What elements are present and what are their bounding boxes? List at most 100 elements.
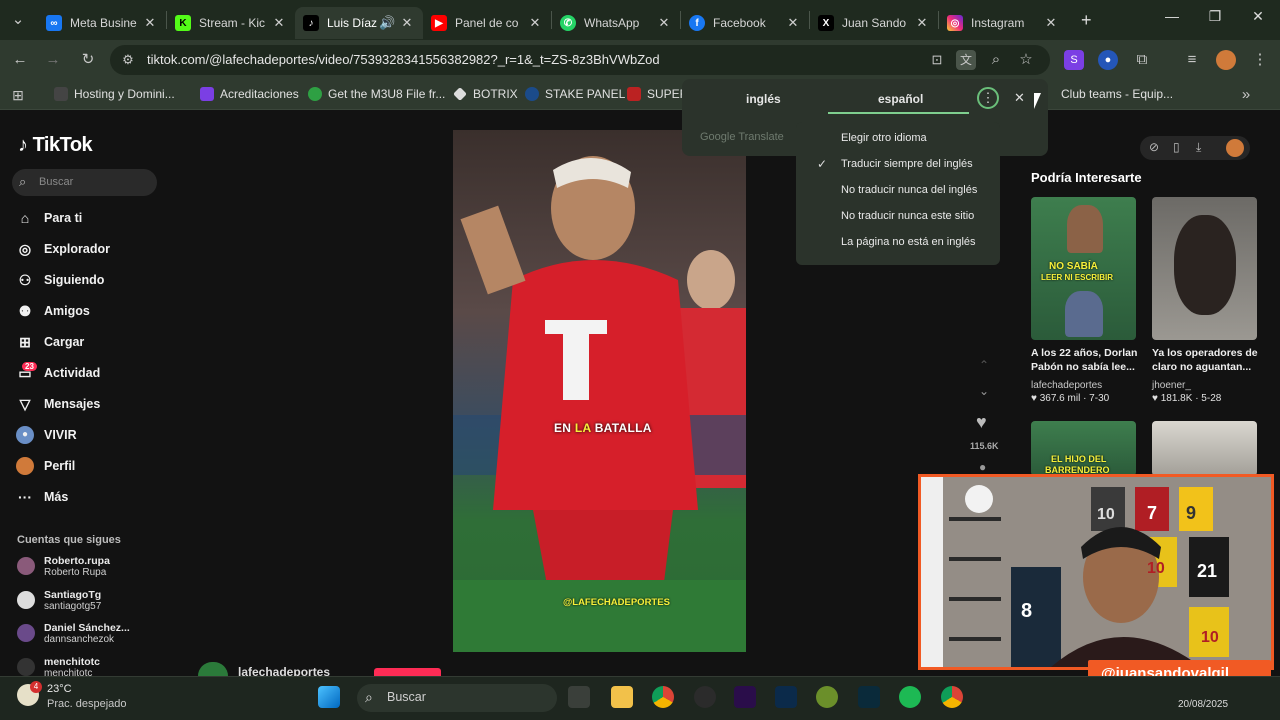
task-view-icon[interactable]	[568, 686, 590, 708]
menu-item-not-english[interactable]: La página no está en inglés	[841, 236, 976, 248]
install-app-icon[interactable]: ⊡	[927, 50, 947, 70]
taskbar-date[interactable]: 20/08/2025	[1178, 699, 1228, 710]
zoom-icon[interactable]: ⌕	[986, 50, 1006, 70]
comment-icon[interactable]: ●	[979, 460, 986, 474]
tab-meta[interactable]: ∞ Meta Busine ✕	[38, 7, 166, 39]
phone-icon[interactable]: ▯	[1173, 140, 1180, 154]
site-settings-icon[interactable]: ⚙	[118, 50, 138, 70]
recommended-thumbnail[interactable]: EL HIJO DEL BARRENDERO	[1031, 421, 1136, 476]
menu-item-choose-language[interactable]: Elegir otro idioma	[841, 132, 927, 144]
chrome-active-icon[interactable]	[941, 686, 963, 708]
reload-icon[interactable]: ↻	[78, 50, 98, 70]
recommended-thumbnail[interactable]	[1152, 197, 1257, 340]
video-player[interactable]	[453, 130, 746, 652]
following-account[interactable]: Daniel Sánchez... dannsanchezok	[17, 622, 130, 646]
recommended-caption[interactable]: A los 22 años, Dorlan Pabón no sabía lee…	[1031, 346, 1141, 374]
windows-start-icon[interactable]	[318, 686, 340, 708]
like-heart-icon[interactable]: ♥	[976, 412, 987, 433]
tab-youtube[interactable]: ▶ Panel de co ✕	[423, 7, 551, 39]
search-input[interactable]	[12, 169, 157, 196]
close-icon[interactable]: ✕	[914, 15, 930, 31]
recommended-thumbnail[interactable]: NO SABÍA LEER NI ESCRIBIR	[1031, 197, 1136, 340]
speaker-icon[interactable]: 🔊	[379, 15, 395, 31]
close-icon[interactable]: ✕	[527, 15, 543, 31]
follow-button[interactable]	[374, 668, 441, 676]
tab-facebook[interactable]: f Facebook ✕	[681, 7, 809, 39]
bookmark-hosting[interactable]: Hosting y Domini...	[54, 87, 175, 101]
extensions-puzzle-icon[interactable]: ⧉	[1132, 50, 1152, 70]
close-icon[interactable]: ✕	[785, 15, 801, 31]
bookmarks-overflow-icon[interactable]: »	[1236, 85, 1256, 105]
spotify-icon[interactable]	[899, 686, 921, 708]
menu-item-never-translate-site[interactable]: No traducir nunca este sitio	[841, 210, 974, 222]
menu-item-never-translate-language[interactable]: No traducir nunca del inglés	[841, 184, 977, 196]
bookmark-botrix[interactable]: BOTRIX	[453, 87, 518, 101]
nav-mensajes[interactable]: ▽ Mensajes	[16, 392, 101, 416]
tab-whatsapp[interactable]: ✆ WhatsApp ✕	[552, 7, 680, 39]
restore-icon[interactable]: ❐	[1195, 8, 1235, 32]
nav-cargar[interactable]: ⊞ Cargar	[16, 330, 84, 354]
translate-icon[interactable]: 文	[956, 50, 976, 70]
recommended-author[interactable]: lafechadeportes	[1031, 380, 1102, 391]
new-tab-button[interactable]: +	[1081, 10, 1092, 31]
bookmark-super[interactable]: SUPER	[627, 87, 688, 101]
back-icon[interactable]: ←	[10, 50, 30, 70]
tool-icon[interactable]: ⊘	[1149, 140, 1159, 154]
tab-instagram[interactable]: ◎ Instagram ✕	[939, 7, 1067, 39]
tab-search-icon[interactable]: ⌄	[8, 10, 28, 30]
download-icon[interactable]: ⤓	[1196, 140, 1201, 155]
bookmark-stake[interactable]: STAKE PANEL	[525, 87, 625, 101]
app-green-icon[interactable]	[816, 686, 838, 708]
bookmark-m3u8[interactable]: Get the M3U8 File fr...	[308, 87, 445, 101]
recommended-caption[interactable]: Ya los operadores de claro no aguantan..…	[1152, 346, 1262, 374]
minimize-icon[interactable]: —	[1152, 8, 1192, 32]
tab-x[interactable]: X Juan Sando ✕	[810, 7, 938, 39]
following-account[interactable]: Roberto.rupa Roberto Rupa	[17, 555, 110, 579]
nav-siguiendo[interactable]: ⚇ Siguiendo	[16, 268, 105, 292]
scroll-down-icon[interactable]: ⌄	[979, 384, 989, 398]
close-icon[interactable]: ✕	[271, 15, 287, 31]
photoshop-icon[interactable]	[775, 686, 797, 708]
bookmark-acreditaciones[interactable]: Acreditaciones	[200, 87, 299, 101]
translate-target-tab[interactable]: español	[878, 92, 923, 106]
recommended-thumbnail[interactable]	[1152, 421, 1257, 476]
apps-grid-icon[interactable]: ⊞	[8, 85, 28, 105]
premiere-icon[interactable]	[734, 686, 756, 708]
nav-para-ti[interactable]: ⌂ Para ti	[16, 206, 82, 230]
nav-explorador[interactable]: ◎ Explorador	[16, 237, 110, 261]
weather-desc[interactable]: Prac. despejado	[47, 698, 127, 710]
user-avatar[interactable]	[1226, 139, 1244, 157]
tiktok-logo[interactable]: ♪ TikTok	[18, 134, 93, 157]
translate-source-tab[interactable]: inglés	[746, 92, 781, 106]
following-account[interactable]: SantiagoTg santiagotg57	[17, 589, 101, 613]
audition-icon[interactable]	[858, 686, 880, 708]
nav-vivir[interactable]: ● VIVIR	[16, 423, 77, 447]
extension-blue-icon[interactable]: ●	[1098, 50, 1118, 70]
profile-avatar-icon[interactable]	[1216, 50, 1236, 70]
obs-icon[interactable]	[694, 686, 716, 708]
bookmark-star-icon[interactable]: ☆	[1016, 50, 1036, 70]
translate-options-icon[interactable]: ⋮	[977, 87, 999, 109]
chrome-icon[interactable]	[652, 686, 674, 708]
nav-amigos[interactable]: ⚉ Amigos	[16, 299, 90, 323]
weather-temp[interactable]: 23°C	[47, 683, 72, 695]
close-icon[interactable]: ✕	[1043, 15, 1059, 31]
close-icon[interactable]: ✕	[656, 15, 672, 31]
file-explorer-icon[interactable]	[611, 686, 633, 708]
tab-tiktok[interactable]: ♪ Luis Díaz 🔊 ✕	[295, 7, 423, 39]
nav-perfil[interactable]: Perfil	[16, 454, 75, 478]
url-text[interactable]: tiktok.com/@lafechadeportes/video/753932…	[147, 52, 660, 67]
browser-menu-icon[interactable]: ⋮	[1250, 50, 1270, 70]
translate-close-icon[interactable]: ✕	[1014, 90, 1025, 106]
media-control-icon[interactable]: ≡	[1182, 50, 1202, 70]
close-icon[interactable]: ✕	[399, 15, 415, 31]
close-icon[interactable]: ✕	[142, 15, 158, 31]
nav-mas[interactable]: ··· Más	[16, 485, 68, 509]
recommended-author[interactable]: jhoener_	[1152, 380, 1191, 391]
menu-item-always-translate[interactable]: Traducir siempre del inglés	[841, 158, 973, 170]
forward-icon[interactable]: →	[43, 50, 63, 70]
extension-s-icon[interactable]: S	[1064, 50, 1084, 70]
window-close-icon[interactable]: ✕	[1238, 8, 1278, 32]
author-name[interactable]: lafechadeportes	[238, 665, 330, 676]
bookmark-club-teams[interactable]: Club teams - Equip...	[1061, 87, 1173, 101]
